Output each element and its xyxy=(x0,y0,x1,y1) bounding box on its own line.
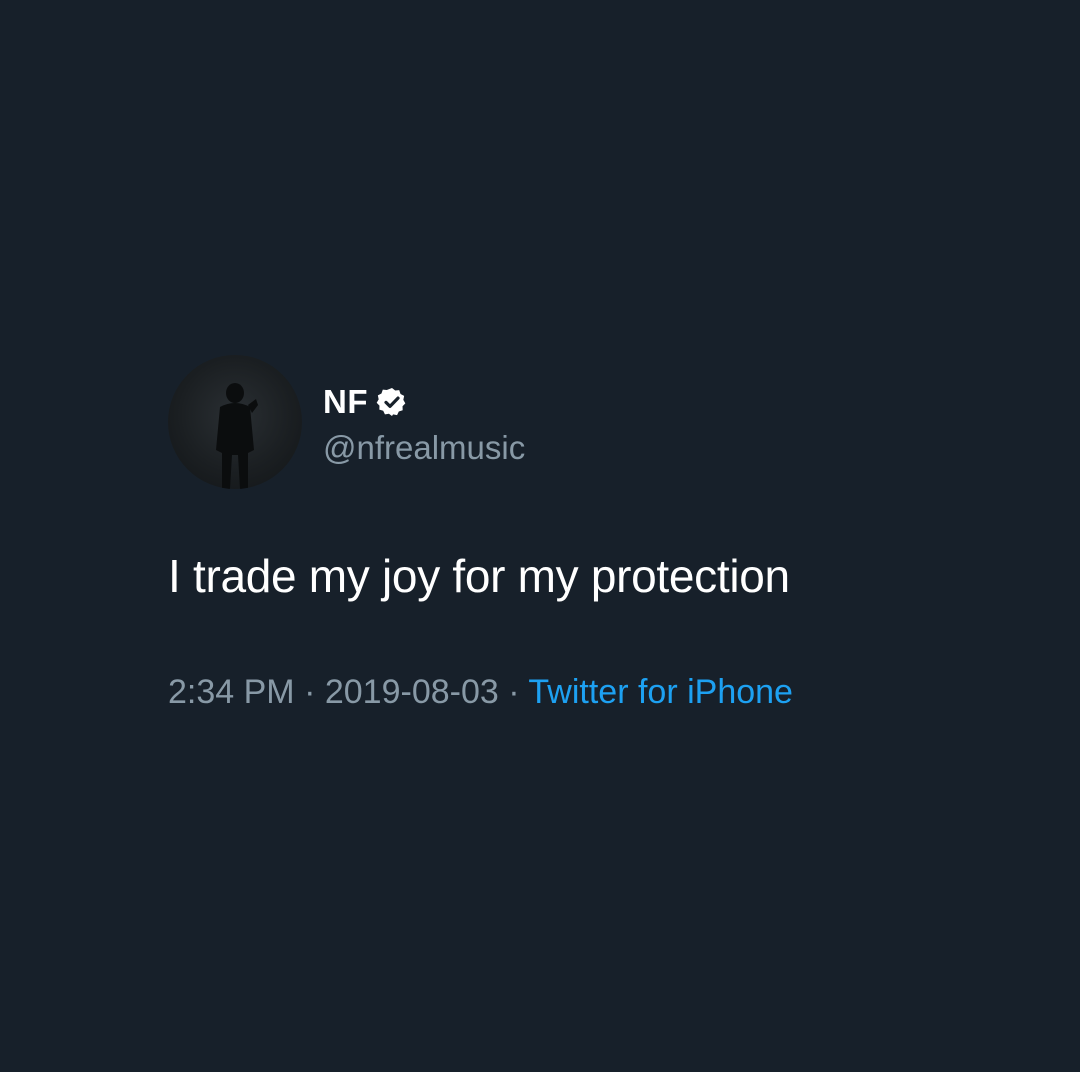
tweet-date[interactable]: 2019-08-03 xyxy=(325,673,499,711)
meta-separator: · xyxy=(304,673,316,711)
tweet-meta: 2:34 PM · 2019-08-03 · Twitter for iPhon… xyxy=(168,673,1028,712)
verified-badge-icon xyxy=(376,388,406,416)
tweet-source-link[interactable]: Twitter for iPhone xyxy=(528,673,793,711)
author-names: NF @nfrealmusic xyxy=(323,377,525,467)
tweet-time[interactable]: 2:34 PM xyxy=(168,673,295,711)
display-name[interactable]: NF xyxy=(323,383,368,421)
meta-separator: · xyxy=(508,673,520,711)
tweet-header: NF @nfrealmusic xyxy=(168,355,1028,489)
handle[interactable]: @nfrealmusic xyxy=(323,429,525,467)
avatar-silhouette-icon xyxy=(216,383,258,489)
avatar[interactable] xyxy=(168,355,302,489)
name-row: NF xyxy=(323,377,525,427)
tweet-text: I trade my joy for my protection xyxy=(168,550,790,602)
tweet-card: NF @nfrealmusic I trade my joy for my pr… xyxy=(168,355,1028,712)
